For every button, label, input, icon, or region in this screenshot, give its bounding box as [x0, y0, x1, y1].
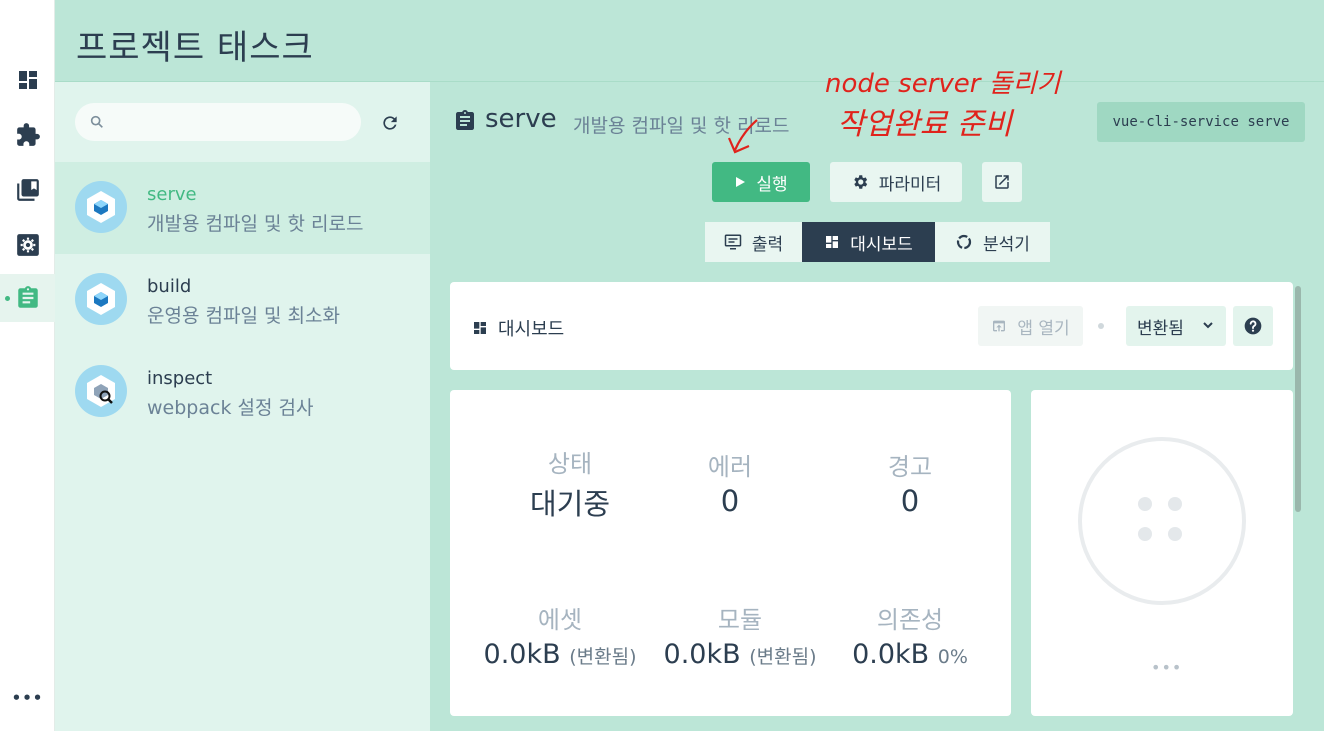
stat-assets: 에셋 0.0kB (변환됨) — [460, 600, 660, 670]
stat-sub: (변환됨) — [569, 646, 637, 668]
dashboard-title: 대시보드 — [498, 319, 565, 340]
clipboard-icon — [17, 286, 38, 308]
donut-chart-icon — [956, 234, 972, 250]
stats-card: 상태 대기중 에러 0 경고 0 에셋 0.0kB (변환됨) 모듈 0.0kB… — [450, 390, 1011, 716]
nav-more[interactable]: ••• — [0, 674, 55, 722]
stat-sub: 0% — [937, 646, 968, 668]
tab-output[interactable]: 출력 — [705, 222, 802, 262]
tab-label: 출력 — [751, 234, 784, 255]
refresh-icon — [383, 116, 397, 130]
stat-label: 에셋 — [537, 606, 583, 634]
parameters-button[interactable]: 파라미터 — [830, 162, 962, 202]
nav-dashboard[interactable] — [0, 56, 55, 104]
open-in-new-icon — [995, 175, 1009, 189]
stat-value: 0 — [900, 484, 920, 518]
stat-errors: 에러 0 — [640, 447, 820, 518]
stat-warnings: 경고 0 — [820, 447, 1000, 518]
stat-label: 에러 — [707, 453, 753, 481]
separator-dot — [1098, 323, 1104, 329]
search-input[interactable] — [115, 113, 355, 131]
refresh-button[interactable] — [377, 110, 403, 136]
stat-label: 모듈 — [717, 606, 763, 634]
nav-tasks[interactable] — [0, 274, 55, 322]
stat-value: 0 — [720, 484, 740, 518]
idle-status-circle — [1078, 437, 1246, 605]
task-item-inspect[interactable]: inspect webpack 설정 검사 — [55, 346, 430, 438]
task-title: serve — [485, 104, 557, 134]
active-indicator — [5, 296, 10, 301]
webpack-logo-icon — [75, 181, 127, 233]
tab-label: 분석기 — [983, 234, 1030, 255]
command-badge: vue-cli-service serve — [1097, 102, 1305, 142]
terminal-icon — [724, 234, 742, 250]
open-in-browser-icon — [993, 320, 1006, 332]
search-box — [75, 103, 361, 141]
status-dot — [1138, 527, 1152, 541]
gear-icon — [854, 175, 867, 189]
task-list-pane: serve 개발용 컴파일 및 핫 리로드 build 운영용 컴파일 및 최소… — [55, 82, 430, 731]
clipboard-icon — [456, 110, 474, 130]
library-icon — [16, 179, 39, 201]
open-external-button[interactable] — [982, 162, 1022, 202]
status-widget-card: ••• — [1031, 390, 1293, 716]
help-icon — [1244, 317, 1262, 335]
webpack-inspect-icon — [75, 365, 127, 417]
task-desc: webpack 설정 검사 — [147, 397, 314, 419]
stat-value: 0.0kB — [663, 639, 741, 670]
stat-dependencies: 의존성 0.0kB 0% — [820, 600, 1000, 670]
dashboard-icon — [826, 236, 839, 248]
dashboard-icon — [474, 322, 486, 334]
stat-value: 0.0kB — [852, 639, 930, 670]
status-dot — [1168, 497, 1182, 511]
run-button[interactable]: 실행 — [712, 162, 810, 202]
stat-modules: 모듈 0.0kB (변환됨) — [640, 600, 840, 670]
gear-icon — [16, 234, 39, 256]
task-name: build — [147, 276, 192, 297]
task-name: inspect — [147, 368, 213, 389]
stat-label: 의존성 — [876, 606, 944, 634]
task-item-serve[interactable]: serve 개발용 컴파일 및 핫 리로드 — [55, 162, 430, 254]
more-icon: ••• — [11, 689, 44, 707]
task-name: serve — [147, 184, 197, 205]
tab-analyzer[interactable]: 분석기 — [935, 222, 1050, 262]
tab-dashboard[interactable]: 대시보드 — [802, 222, 935, 262]
stat-label: 상태 — [547, 450, 593, 478]
scrollbar[interactable] — [1295, 286, 1301, 512]
help-button[interactable] — [1233, 306, 1273, 346]
open-app-button[interactable]: 앱 열기 — [978, 306, 1083, 346]
task-desc: 개발용 컴파일 및 핫 리로드 — [147, 213, 364, 235]
stat-sub: (변환됨) — [749, 646, 817, 668]
chevron-down-icon — [1203, 322, 1213, 329]
puzzle-icon — [16, 123, 40, 146]
status-dot — [1168, 527, 1182, 541]
task-detail-pane: serve 개발용 컴파일 및 핫 리로드 vue-cli-service se… — [430, 82, 1324, 731]
status-dot — [1138, 497, 1152, 511]
view-tabs: 출력 대시보드 분석기 — [705, 222, 1050, 262]
task-description: 개발용 컴파일 및 핫 리로드 — [573, 115, 790, 137]
nav-plugins[interactable] — [0, 111, 55, 159]
task-item-build[interactable]: build 운영용 컴파일 및 최소화 — [55, 254, 430, 346]
parameters-label: 파라미터 — [878, 174, 942, 195]
run-label: 실행 — [756, 174, 788, 195]
open-app-label: 앱 열기 — [1017, 318, 1070, 339]
dashboard-toolbar: 대시보드 앱 열기 변환됨 — [450, 282, 1293, 370]
dashboard-icon — [18, 71, 37, 89]
more-icon[interactable]: ••• — [1151, 658, 1182, 677]
nav-configuration[interactable] — [0, 221, 55, 269]
search-icon — [90, 115, 103, 128]
stat-status: 상태 대기중 — [480, 444, 660, 523]
mode-select[interactable]: 변환됨 — [1126, 306, 1226, 346]
task-desc: 운영용 컴파일 및 최소화 — [147, 305, 340, 327]
stat-value: 대기중 — [529, 487, 611, 521]
nav-dependencies[interactable] — [0, 166, 55, 214]
header: 프로젝트 태스크 — [55, 0, 1324, 82]
tab-label: 대시보드 — [850, 234, 913, 255]
webpack-logo-icon — [75, 273, 127, 325]
play-icon — [736, 177, 746, 187]
page-title: 프로젝트 태스크 — [76, 28, 314, 68]
stat-label: 경고 — [887, 453, 933, 481]
stat-value: 0.0kB — [483, 639, 561, 670]
mode-select-value: 변환됨 — [1137, 318, 1184, 339]
nav-rail: ••• — [0, 0, 55, 731]
